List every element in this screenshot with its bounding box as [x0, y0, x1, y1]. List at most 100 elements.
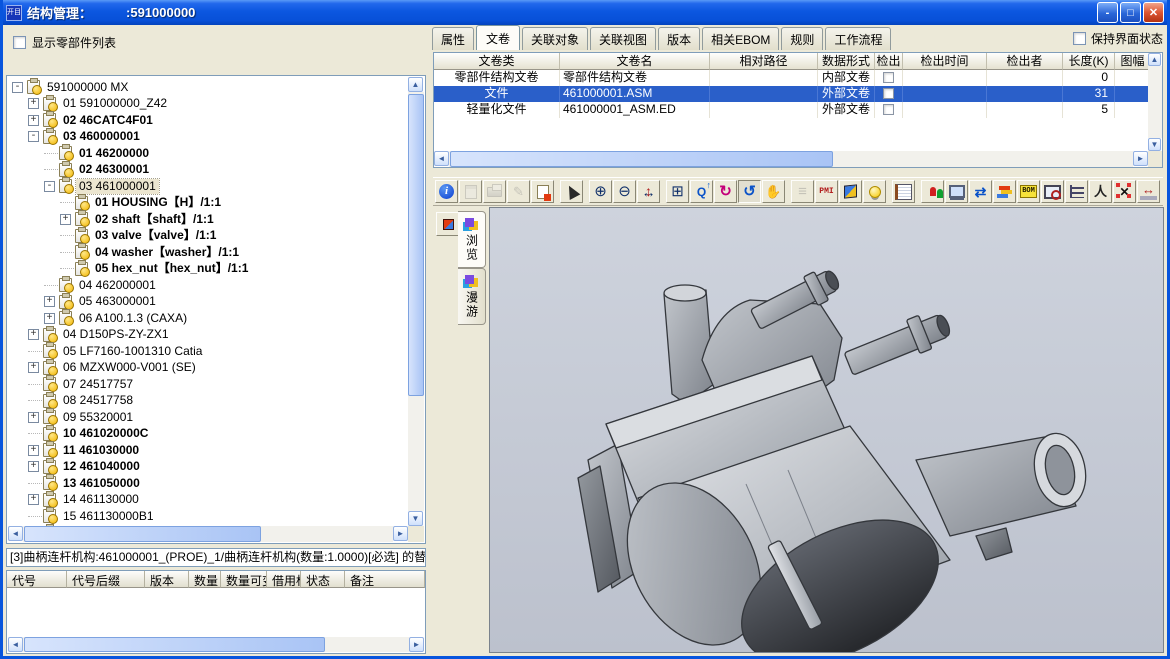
tree-item[interactable]: -591000000 MX [8, 79, 408, 96]
tree-item[interactable]: +02 shaft【shaft】/1:1 [8, 211, 408, 228]
bom-button[interactable]: BOM [1017, 180, 1040, 203]
tree-item[interactable]: 07 24517757 [8, 376, 408, 393]
3d-model[interactable] [490, 208, 1163, 652]
tree-item[interactable]: 13 461050000 [8, 475, 408, 492]
rotate-view-button[interactable]: ↻ [714, 180, 737, 203]
checkout-checkbox[interactable] [883, 72, 894, 83]
column-header[interactable]: 相对路径 [710, 53, 818, 70]
tab-属性[interactable]: 属性 [432, 27, 474, 50]
column-header[interactable]: 代号后缀 [67, 571, 145, 588]
scroll-up-icon[interactable]: ▲ [1148, 53, 1161, 66]
column-header[interactable]: 代号 [7, 571, 67, 588]
pmi-button[interactable]: PMI [815, 180, 838, 203]
titlebar[interactable]: 开目 结构管理： :591000000 - □ ✕ [3, 0, 1167, 25]
tree-item[interactable]: +05 463000001 [8, 294, 408, 311]
column-header[interactable]: 借用标识 [267, 571, 301, 588]
notebook-button[interactable] [892, 180, 915, 203]
column-header[interactable]: 检出者 [987, 53, 1063, 70]
tree-item[interactable]: 01 46200000 [8, 145, 408, 162]
column-header[interactable]: 图幅 [1115, 53, 1151, 70]
checkout-computer-button[interactable] [945, 180, 968, 203]
zoom-window-button[interactable]: ⊞ [666, 180, 689, 203]
substitute-table-hscrollbar[interactable]: ◄ ► [8, 637, 424, 652]
assembly-mode-button[interactable] [436, 212, 460, 236]
table-row[interactable]: 轻量化文件461000001_ASM.ED外部文卷5 [434, 102, 1148, 118]
tree-item[interactable]: 08 24517758 [8, 393, 408, 410]
zoom-in-button[interactable]: ⊕ [589, 180, 612, 203]
person-button[interactable]: 人 [1089, 180, 1112, 203]
maximize-button[interactable]: □ [1120, 2, 1141, 23]
expand-plus-icon[interactable]: + [28, 445, 39, 456]
light-bulb-button[interactable] [863, 180, 886, 203]
tree-item[interactable]: -03 460000001 [8, 129, 408, 146]
expand-plus-icon[interactable]: + [60, 214, 71, 225]
tree-vscroll-thumb[interactable] [408, 94, 424, 396]
measure-button[interactable]: ↔ [1137, 180, 1160, 203]
doc-vscroll-track[interactable] [1148, 66, 1162, 138]
tree-item[interactable]: 04 462000001 [8, 277, 408, 294]
column-header[interactable]: 数据形式 [818, 53, 875, 70]
column-header[interactable]: 状态 [301, 571, 345, 588]
tree-item[interactable]: +01 591000000_Z42 [8, 96, 408, 113]
scroll-right-icon[interactable]: ► [409, 637, 424, 652]
tree-item[interactable]: +06 A100.1.3 (CAXA) [8, 310, 408, 327]
expand-plus-icon[interactable]: + [44, 313, 55, 324]
tree-item[interactable]: +06 MZXW000-V001 (SE) [8, 360, 408, 377]
tab-规则[interactable]: 规则 [781, 27, 823, 50]
column-header[interactable]: 数量 [189, 571, 221, 588]
column-header[interactable]: 文卷类 [434, 53, 560, 70]
pan-hand-button[interactable]: ✋ [762, 180, 785, 203]
collapse-minus-icon[interactable]: - [44, 181, 55, 192]
expand-plus-icon[interactable]: + [28, 494, 39, 505]
expand-plus-icon[interactable]: + [28, 461, 39, 472]
document-table-vscrollbar[interactable]: ▲ ▼ [1148, 53, 1162, 151]
tree-item[interactable]: -03 461000001 [8, 178, 408, 195]
tree-item[interactable]: +02 46CATC4F01 [8, 112, 408, 129]
tree-horizontal-scrollbar[interactable]: ◄ ► [8, 526, 408, 542]
scroll-down-icon[interactable]: ▼ [408, 511, 423, 526]
spin-view-button[interactable]: ↺ [738, 180, 761, 203]
column-header[interactable]: 长度(K) [1063, 53, 1115, 70]
tree-item[interactable]: 03 valve【valve】/1:1 [8, 228, 408, 245]
minimize-button[interactable]: - [1097, 2, 1118, 23]
collapse-minus-icon[interactable]: - [12, 82, 23, 93]
keep-ui-state-checkbox[interactable] [1073, 32, 1086, 45]
scroll-left-icon[interactable]: ◄ [8, 637, 23, 652]
tree-item[interactable]: 10 461020000C [8, 426, 408, 443]
monitor-search-button[interactable] [1041, 180, 1064, 203]
viewer-tab-漫游[interactable]: 漫游 [458, 268, 486, 325]
table-row[interactable]: 零部件结构文卷零部件结构文卷内部文卷0 [434, 70, 1148, 86]
scroll-up-icon[interactable]: ▲ [408, 77, 423, 92]
scroll-left-icon[interactable]: ◄ [434, 151, 449, 166]
scroll-down-icon[interactable]: ▼ [1148, 138, 1161, 151]
tree-view-button[interactable] [1065, 180, 1088, 203]
tab-关联对象[interactable]: 关联对象 [522, 27, 588, 50]
tree-item[interactable]: 05 hex_nut【hex_nut】/1:1 [8, 261, 408, 278]
tab-关联视图[interactable]: 关联视图 [590, 27, 656, 50]
tree-vertical-scrollbar[interactable]: ▲ ▼ [408, 77, 424, 526]
viewport-3d[interactable] [489, 207, 1164, 653]
expand-plus-icon[interactable]: + [28, 329, 39, 340]
table-row[interactable]: 文件461000001.ASM外部文卷31 [434, 86, 1148, 102]
show-parts-checkbox[interactable] [13, 36, 26, 49]
tree-hscroll-track[interactable] [23, 526, 393, 542]
tree-item[interactable]: +12 461040000 [8, 459, 408, 476]
scroll-right-icon[interactable]: ► [393, 526, 408, 541]
zoom-out-button[interactable]: ⊖ [613, 180, 636, 203]
column-header[interactable]: 检出时间 [903, 53, 987, 70]
doc-stack-button[interactable] [993, 180, 1016, 203]
tree-item[interactable]: 01 HOUSING【H】/1:1 [8, 195, 408, 212]
tree-item[interactable]: 04 washer【washer】/1:1 [8, 244, 408, 261]
tree-item[interactable]: 02 46300001 [8, 162, 408, 179]
column-header[interactable]: 数量可变 [221, 571, 267, 588]
sync-view-button[interactable]: ⇄ [969, 180, 992, 203]
doc-hscroll-track[interactable] [449, 151, 1133, 167]
cube-3d-button[interactable] [839, 180, 862, 203]
tab-相关EBOM[interactable]: 相关EBOM [702, 27, 779, 50]
viewer-tab-浏览[interactable]: 浏览 [458, 211, 486, 268]
expand-plus-icon[interactable]: + [28, 98, 39, 109]
doc-hscroll-thumb[interactable] [450, 151, 833, 167]
tree-item[interactable]: +11 461030000 [8, 442, 408, 459]
tree-item[interactable]: +14 461130000 [8, 492, 408, 509]
show-parts-checkbox-row[interactable]: 显示零部件列表 [13, 34, 116, 51]
